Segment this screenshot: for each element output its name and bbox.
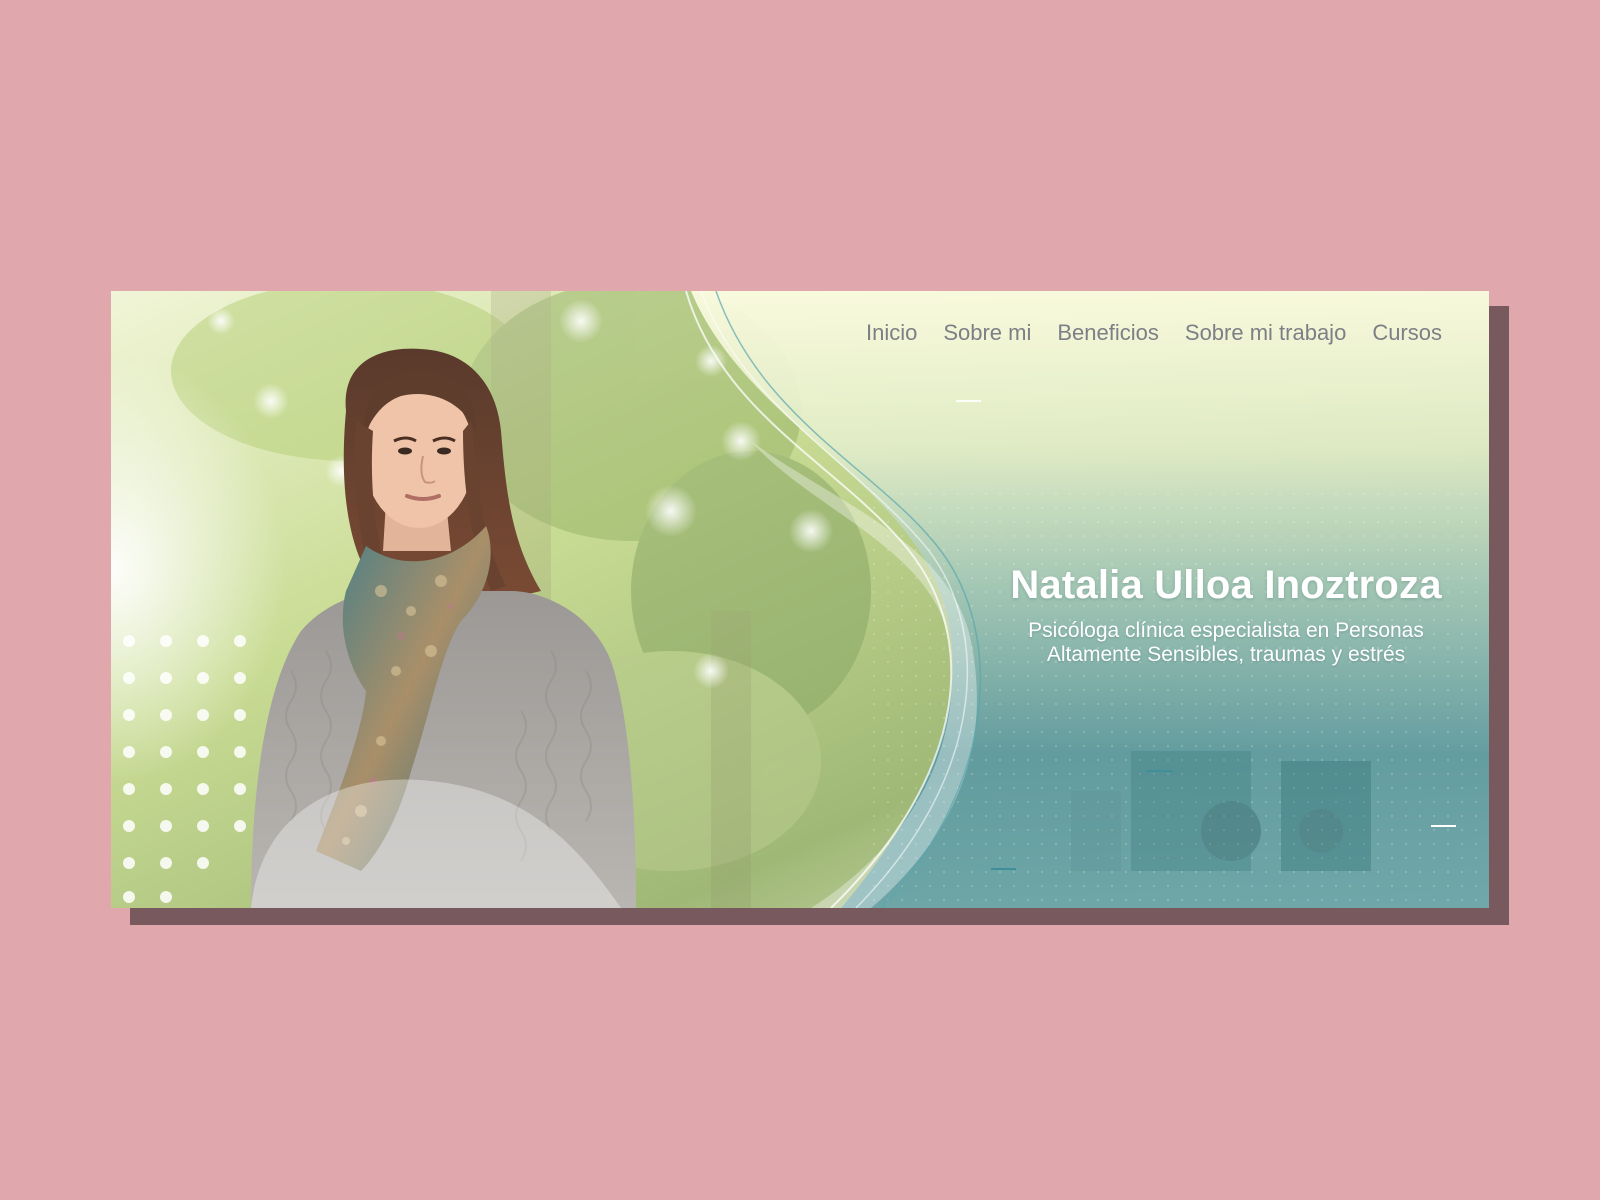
nav-link-cursos[interactable]: Cursos bbox=[1359, 319, 1455, 347]
nav-link-sobre-mi[interactable]: Sobre mi bbox=[930, 319, 1044, 347]
hero-banner: Inicio Sobre mi Beneficios Sobre mi trab… bbox=[111, 291, 1489, 908]
hero-subtitle-line-1: Psicóloga clínica especialista en Person… bbox=[1028, 619, 1424, 642]
hero-title: Natalia Ulloa Inoztroza bbox=[1010, 563, 1442, 607]
nav-link-inicio[interactable]: Inicio bbox=[853, 319, 930, 347]
nav-link-sobre-mi-trabajo[interactable]: Sobre mi trabajo bbox=[1172, 319, 1359, 347]
mockup-stage: Inicio Sobre mi Beneficios Sobre mi trab… bbox=[0, 0, 1600, 1200]
top-navigation: Inicio Sobre mi Beneficios Sobre mi trab… bbox=[853, 319, 1455, 347]
hero-subtitle: Psicóloga clínica especialista en Person… bbox=[991, 619, 1461, 667]
hero-copy: Natalia Ulloa Inoztroza Psicóloga clínic… bbox=[991, 561, 1461, 667]
hero-subtitle-line-2: Altamente Sensibles, traumas y estrés bbox=[1046, 643, 1406, 666]
nav-link-beneficios[interactable]: Beneficios bbox=[1044, 319, 1172, 347]
